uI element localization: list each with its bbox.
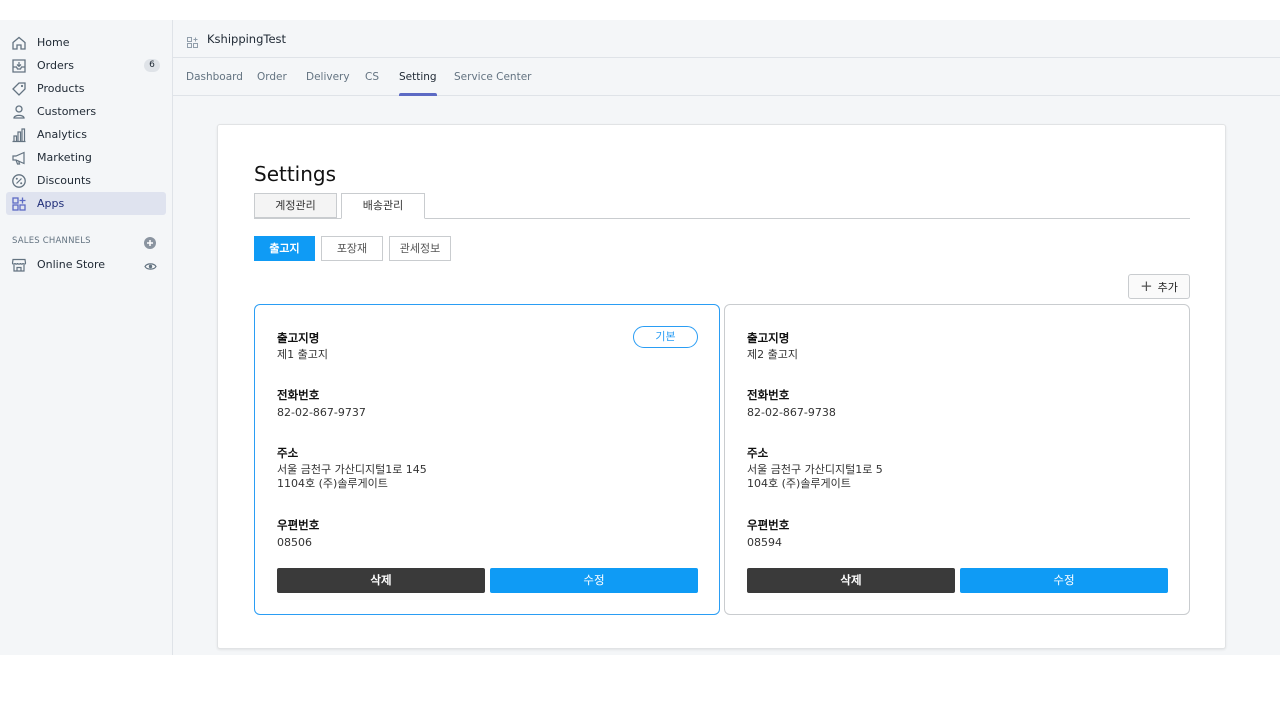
app-title: KshippingTest (207, 31, 287, 46)
sidebar-item-analytics[interactable]: Analytics (6, 123, 166, 146)
delete-button[interactable]: 삭제 (277, 568, 485, 593)
app-header: KshippingTest (173, 20, 1280, 58)
app-grid-icon (187, 33, 198, 48)
subtab-customs-info[interactable]: 관세정보 (389, 236, 451, 261)
sales-channels-heading: SALES CHANNELS (12, 236, 91, 246)
phone-value: 82-02-867-9738 (747, 406, 836, 419)
address-line1: 서울 금천구 가산디지털1로 145 (277, 463, 427, 476)
address-line1: 서울 금천구 가산디지털1로 5 (747, 463, 883, 476)
tab-shipping-management[interactable]: 배송관리 (341, 193, 425, 219)
tab-delivery[interactable]: Delivery (306, 58, 350, 96)
megaphone-icon (10, 149, 28, 167)
zip-value: 08506 (277, 536, 312, 549)
zip-label: 우편번호 (747, 518, 790, 532)
sidebar-item-label: Online Store (37, 258, 106, 271)
sidebar-item-label: Customers (37, 105, 97, 118)
sidebar: Home Orders 6 Products Customers Analyti… (0, 20, 173, 655)
warehouse-name-value: 제2 출고지 (747, 348, 798, 361)
sidebar-item-marketing[interactable]: Marketing (6, 146, 166, 169)
tab-dashboard[interactable]: Dashboard (186, 58, 243, 96)
eye-icon[interactable] (144, 258, 157, 271)
delete-button[interactable]: 삭제 (747, 568, 955, 593)
warehouse-name-value: 제1 출고지 (277, 348, 328, 361)
sidebar-item-label: Marketing (37, 151, 92, 164)
app-tabs: Dashboard Order Delivery CS Setting Serv… (173, 58, 1280, 96)
phone-value: 82-02-867-9737 (277, 406, 366, 419)
page-title: Settings (254, 162, 337, 186)
address-label: 주소 (747, 446, 769, 460)
person-icon (10, 103, 28, 121)
discount-icon (10, 172, 28, 190)
apps-icon (10, 195, 28, 213)
sidebar-item-label: Products (37, 82, 85, 95)
add-button-label: 추가 (1157, 280, 1178, 294)
tag-icon (10, 80, 28, 98)
tab-service-center[interactable]: Service Center (454, 58, 531, 96)
address-line2: 1104호 (주)솔루게이트 (277, 477, 388, 490)
tab-cs[interactable]: CS (365, 58, 379, 96)
app-window: Home Orders 6 Products Customers Analyti… (0, 20, 1280, 655)
orders-count-badge: 6 (144, 59, 160, 72)
warehouse-card[interactable]: 출고지명 제2 출고지 전화번호 82-02-867-9738 주소 서울 금천… (724, 304, 1190, 615)
orders-icon (10, 57, 28, 75)
plus-icon: + (1140, 277, 1153, 295)
default-badge[interactable]: 기본 (633, 326, 698, 348)
sidebar-item-label: Analytics (37, 128, 87, 141)
sidebar-item-label: Apps (37, 197, 65, 210)
sidebar-item-home[interactable]: Home (6, 31, 166, 54)
subtab-warehouse[interactable]: 출고지 (254, 236, 315, 261)
address-label: 주소 (277, 446, 299, 460)
sidebar-item-apps[interactable]: Apps (6, 192, 166, 215)
phone-label: 전화번호 (277, 388, 320, 402)
add-sales-channel-icon[interactable] (144, 234, 156, 249)
sidebar-item-online-store[interactable]: Online Store (6, 253, 166, 276)
tab-account-management[interactable]: 계정관리 (254, 193, 337, 218)
sidebar-item-discounts[interactable]: Discounts (6, 169, 166, 192)
address-line2: 104호 (주)솔루게이트 (747, 477, 851, 490)
sidebar-item-products[interactable]: Products (6, 77, 166, 100)
edit-button[interactable]: 수정 (960, 568, 1168, 593)
phone-label: 전화번호 (747, 388, 790, 402)
settings-card: Settings 계정관리 배송관리 출고지 포장재 관세정보 + 추가 출고지… (217, 124, 1226, 649)
sidebar-item-label: Home (37, 36, 70, 49)
warehouse-card[interactable]: 출고지명 제1 출고지 기본 전화번호 82-02-867-9737 주소 서울… (254, 304, 720, 615)
subtab-packaging[interactable]: 포장재 (321, 236, 383, 261)
sidebar-item-orders[interactable]: Orders 6 (6, 54, 166, 77)
home-icon (10, 34, 28, 52)
bar-chart-icon (10, 126, 28, 144)
sidebar-item-customers[interactable]: Customers (6, 100, 166, 123)
add-warehouse-button[interactable]: + 추가 (1128, 274, 1190, 299)
store-icon (10, 256, 28, 274)
warehouse-name-label: 출고지명 (747, 331, 790, 345)
tab-order[interactable]: Order (257, 58, 287, 96)
sidebar-item-label: Orders (37, 59, 74, 72)
tab-setting[interactable]: Setting (399, 58, 437, 96)
zip-label: 우편번호 (277, 518, 320, 532)
sidebar-item-label: Discounts (37, 174, 92, 187)
edit-button[interactable]: 수정 (490, 568, 698, 593)
warehouse-name-label: 출고지명 (277, 331, 320, 345)
zip-value: 08594 (747, 536, 782, 549)
